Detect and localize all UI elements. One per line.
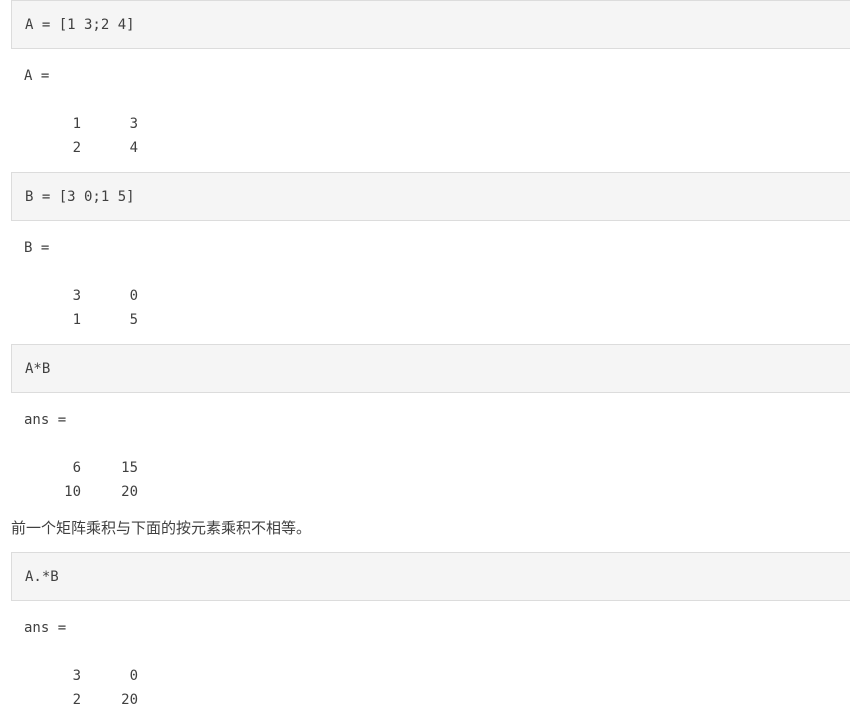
matrix-cell-1-r1-c2: 3 xyxy=(129,116,138,132)
matrix-cell-3-r2-c2: 20 xyxy=(121,484,138,500)
matrix-cell-3-r2-c1: 10 xyxy=(64,484,81,500)
matrix-cell-2-r1-c1: 3 xyxy=(72,288,81,304)
code-cell-4[interactable]: A.*B xyxy=(11,552,850,601)
output-label-4: ans = xyxy=(24,620,67,636)
explanation-text: 前一个矩阵乘积与下面的按元素乘积不相等。 xyxy=(11,519,312,537)
matrix-cell-3-r1-c2: 15 xyxy=(121,460,138,476)
code-cell-2[interactable]: B = [3 0;1 5] xyxy=(11,172,850,221)
matrix-cell-3-r1-c1: 6 xyxy=(72,460,81,476)
matrix-cell-2-r2-c1: 1 xyxy=(72,312,81,328)
output-label-2: B = xyxy=(24,240,50,256)
matrix-cell-2-r1-c2: 0 xyxy=(129,288,138,304)
matrix-cell-4-r2-c1: 2 xyxy=(72,692,81,708)
code-cell-1[interactable]: A = [1 3;2 4] xyxy=(11,0,850,49)
output-label-1: A = xyxy=(24,68,50,84)
code-input-1: A = [1 3;2 4] xyxy=(25,17,135,33)
code-input-3: A*B xyxy=(25,361,51,377)
matrix-cell-2-r2-c2: 5 xyxy=(129,312,138,328)
matrix-cell-1-r1-c1: 1 xyxy=(72,116,81,132)
code-cell-3[interactable]: A*B xyxy=(11,344,850,393)
matrix-cell-1-r2-c2: 4 xyxy=(129,140,138,156)
matrix-cell-4-r1-c1: 3 xyxy=(72,668,81,684)
matrix-cell-4-r2-c2: 20 xyxy=(121,692,138,708)
code-input-2: B = [3 0;1 5] xyxy=(25,189,135,205)
matrix-cell-1-r2-c1: 2 xyxy=(72,140,81,156)
matrix-cell-4-r1-c2: 0 xyxy=(129,668,138,684)
code-input-4: A.*B xyxy=(25,569,59,585)
output-label-3: ans = xyxy=(24,412,67,428)
